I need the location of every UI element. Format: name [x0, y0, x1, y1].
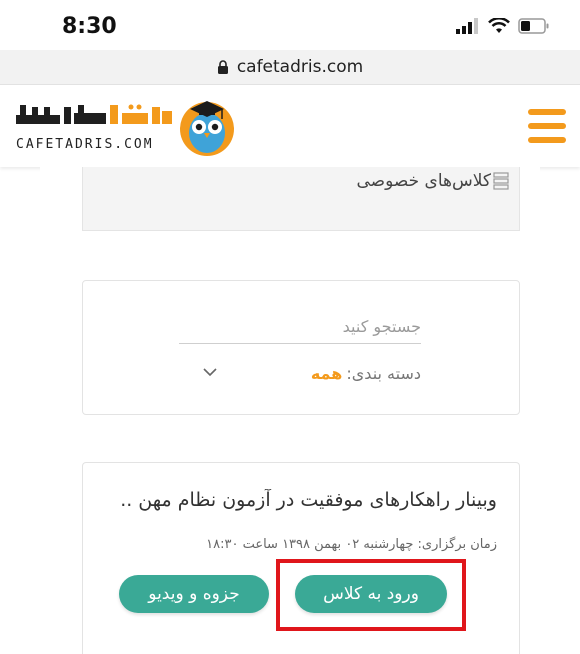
course-title[interactable]: وبینار راهکارهای موفقیت در آزمون نظام مه…	[97, 489, 497, 511]
signal-icon	[456, 18, 478, 34]
site-logo[interactable]: CAFETADRIS.COM	[14, 95, 244, 157]
url-text: cafetadris.com	[236, 57, 364, 77]
search-card: دسته بندی: همه	[82, 280, 520, 415]
status-time: 8:30	[62, 14, 117, 39]
logo-english-text: CAFETADRIS.COM	[16, 137, 154, 152]
private-classes-widget[interactable]: کلاس‌های خصوصی	[82, 167, 520, 231]
hamburger-menu-icon[interactable]	[528, 109, 566, 143]
category-value: همه	[310, 363, 343, 383]
status-bar: 8:30	[0, 0, 580, 50]
owl-mascot-icon	[180, 101, 234, 156]
books-icon	[493, 172, 509, 190]
battery-icon	[518, 18, 549, 34]
pamphlet-video-button[interactable]: جزوه و ویدیو	[119, 575, 269, 613]
search-input[interactable]	[179, 309, 421, 344]
site-header: CAFETADRIS.COM	[0, 85, 580, 167]
browser-url-bar[interactable]: cafetadris.com	[0, 50, 580, 85]
highlight-box	[276, 559, 466, 631]
category-dropdown[interactable]: دسته بندی: همه	[193, 359, 421, 387]
category-label: دسته بندی:	[346, 363, 421, 383]
private-classes-label: کلاس‌های خصوصی	[356, 171, 491, 191]
chevron-down-icon	[203, 368, 217, 377]
wifi-icon	[488, 18, 510, 33]
status-icons	[456, 18, 550, 34]
course-schedule: زمان برگزاری: چهارشنبه ۰۲ بهمن ۱۳۹۸ ساعت…	[206, 537, 497, 552]
lock-icon	[217, 60, 228, 74]
logo-persian-wordmark	[16, 104, 172, 124]
